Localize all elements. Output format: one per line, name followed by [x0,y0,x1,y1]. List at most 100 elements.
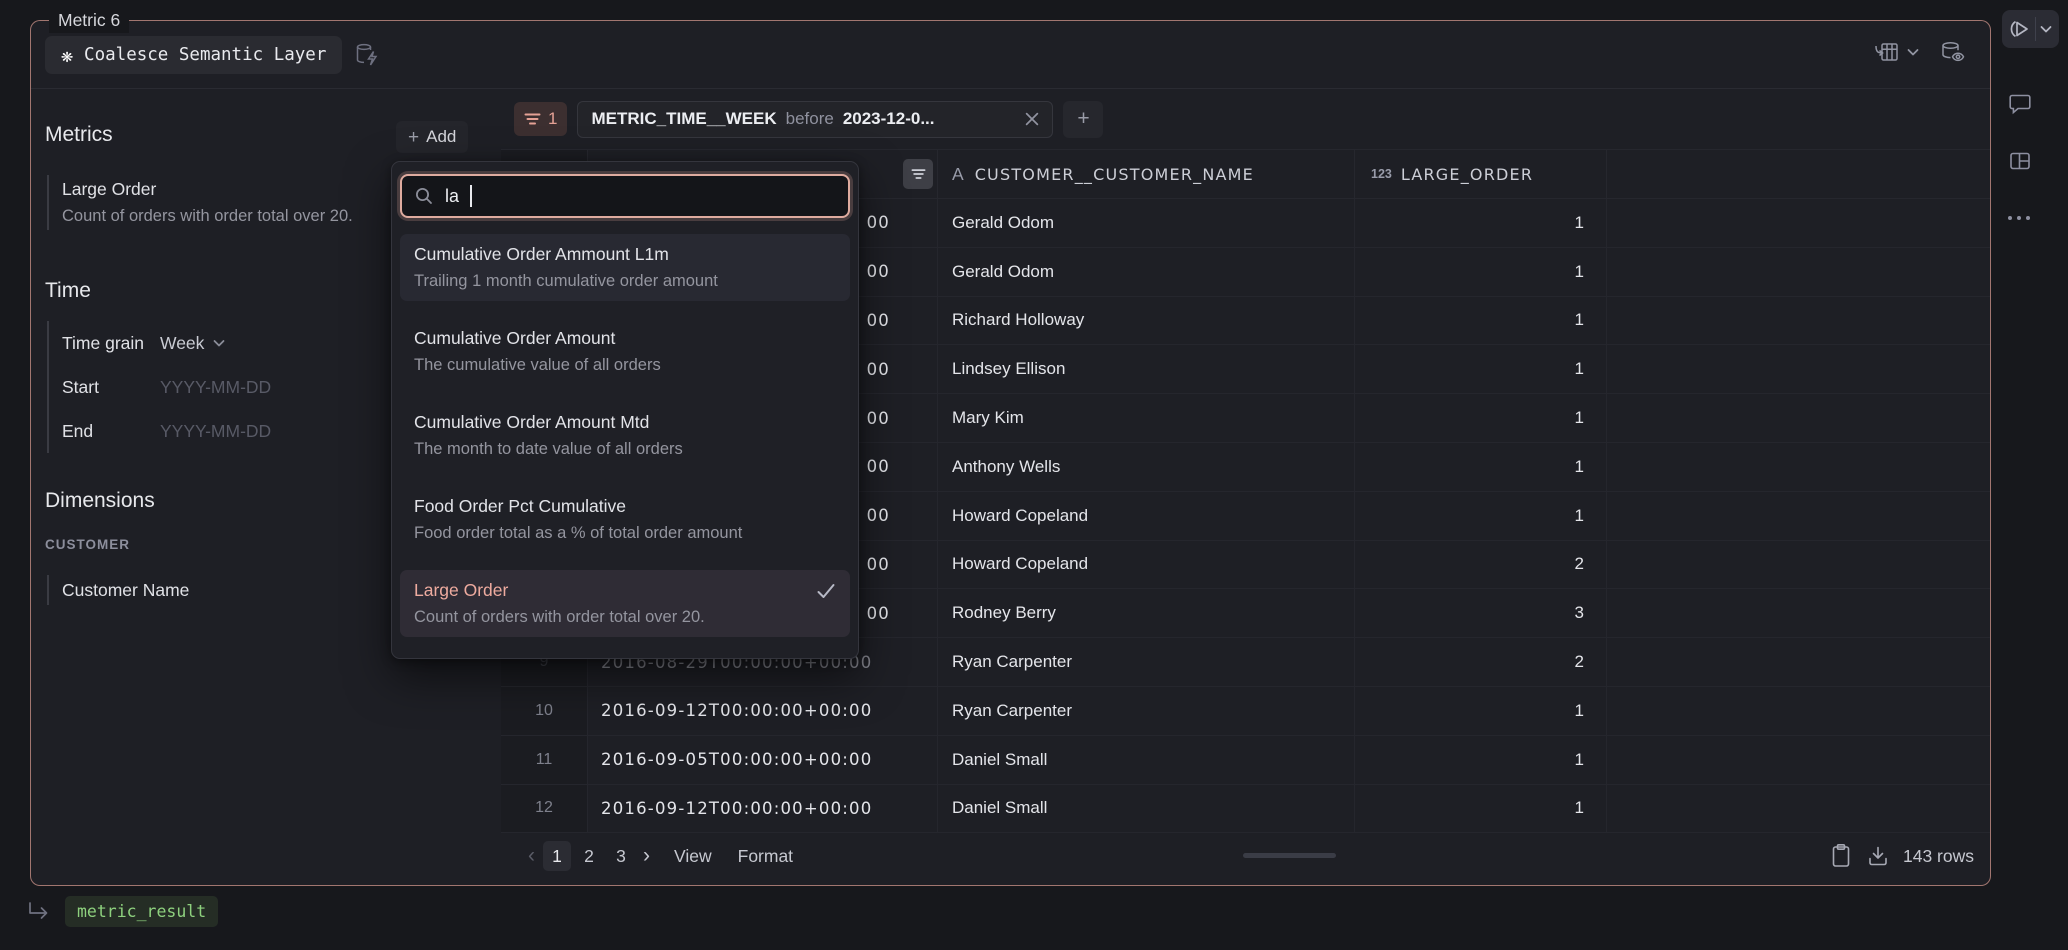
cell-large-order: 2 [1355,638,1607,686]
prev-page-button[interactable]: ‹ [528,844,535,868]
cell-large-order: 1 [1355,785,1607,833]
filter-chip[interactable]: METRIC_TIME__WEEK before 2023-12-0... [577,101,1053,138]
cell-customer-name: Ryan Carpenter [938,687,1355,735]
cell-empty [1607,589,1990,637]
page-button-3[interactable]: 3 [607,841,635,871]
table-import-icon[interactable] [1874,40,1900,69]
database-lightning-icon[interactable] [354,42,380,68]
page-button-1[interactable]: 1 [543,841,571,871]
dimensions-section-title: Dimensions [45,489,155,513]
comment-icon[interactable] [2007,92,2033,116]
filter-count: 1 [548,109,557,129]
view-menu-button[interactable]: View [674,846,712,867]
table-footer: ‹ 1 2 3 › View Format 143 rows [501,833,1990,879]
cell-large-order: 1 [1355,736,1607,784]
chevron-down-icon[interactable] [1906,45,1920,64]
start-date-input[interactable]: YYYY-MM-DD [160,377,271,398]
metric-option-description: Count of orders with order total over 20… [414,604,836,630]
number-type-icon: 123 [1371,167,1392,181]
column-label: CUSTOMER__CUSTOMER_NAME [975,165,1254,184]
copy-clipboard-icon[interactable] [1829,843,1853,869]
cell-empty [1607,541,1990,589]
filter-count-badge[interactable]: 1 [514,102,567,136]
metric-option-description: The cumulative value of all orders [414,352,836,378]
download-icon[interactable] [1866,844,1890,868]
metric-options-list: Cumulative Order Ammount L1m Trailing 1 … [400,234,850,637]
metric-option[interactable]: Cumulative Order Ammount L1m Trailing 1 … [400,234,850,301]
output-variable-chip[interactable]: metric_result [65,896,218,927]
close-icon [1025,112,1039,126]
cell-header: ❋ Coalesce Semantic Layer [31,21,1990,89]
metric-option-description: Food order total as a % of total order a… [414,520,836,546]
table-row: 10 2016-09-12T00:00:00+00:00 Ryan Carpen… [501,687,1990,736]
dimension-group-label: CUSTOMER [45,537,130,552]
cell-empty [1607,736,1990,784]
column-header-customer-name[interactable]: A CUSTOMER__CUSTOMER_NAME [938,150,1355,198]
notebook-cell: Metric 6 ❋ Coalesce Semantic Layer [30,20,1991,886]
plus-icon: + [408,128,419,147]
cell-empty [1607,394,1990,442]
metrics-section-title: Metrics [45,123,113,147]
check-icon [816,582,836,600]
cell-customer-name: Gerald Odom [938,199,1355,247]
cell-customer-name: Daniel Small [938,736,1355,784]
cell-customer-name: Ryan Carpenter [938,638,1355,686]
metric-option-title: Large Order [414,577,508,604]
column-header-large-order[interactable]: 123 LARGE_ORDER [1355,150,1607,198]
cell-large-order: 1 [1355,443,1607,491]
cell-empty [1607,297,1990,345]
snowflake-icon: ❋ [61,45,73,65]
cell-empty [1607,248,1990,296]
cell-header-actions [1854,40,1966,69]
time-grain-value: Week [160,333,204,354]
chevron-down-icon[interactable] [2039,22,2053,36]
format-menu-button[interactable]: Format [738,846,793,867]
semantic-layer-source-chip[interactable]: ❋ Coalesce Semantic Layer [45,36,342,74]
chevron-down-icon [212,336,226,350]
page-button-2[interactable]: 2 [575,841,603,871]
column-filter-button[interactable] [903,159,933,189]
metric-option[interactable]: Cumulative Order Amount Mtd The month to… [400,402,850,469]
add-filter-button[interactable]: + [1063,101,1103,138]
end-date-input[interactable]: YYYY-MM-DD [160,421,271,442]
row-index: 10 [501,687,588,735]
metric-option-title: Food Order Pct Cumulative [414,493,836,520]
column-label: LARGE_ORDER [1401,165,1533,184]
cell-large-order: 1 [1355,492,1607,540]
row-index: 12 [501,785,588,833]
cell-customer-name: Lindsey Ellison [938,345,1355,393]
metric-option[interactable]: Food Order Pct Cumulative Food order tot… [400,486,850,553]
metric-option-title: Cumulative Order Amount Mtd [414,409,836,436]
filter-operator: before [786,109,834,129]
layout-panels-icon[interactable] [2008,150,2032,172]
metric-option-description: Trailing 1 month cumulative order amount [414,268,836,294]
cell-date: 2016-09-05T00:00:00+00:00 [588,736,938,784]
database-eye-icon[interactable] [1940,40,1966,69]
divider [2035,17,2036,41]
end-label: End [62,421,160,442]
text-cursor [470,185,472,207]
cell-empty [1607,492,1990,540]
more-options-icon[interactable] [2006,214,2032,222]
metric-search-input[interactable]: la [400,174,850,218]
empty-column-header [1607,150,1990,198]
add-metric-button[interactable]: + Add [396,121,468,153]
cell-customer-name: Gerald Odom [938,248,1355,296]
app-canvas: Metric 6 ❋ Coalesce Semantic Layer [0,0,2068,950]
cell-date: 2016-09-12T00:00:00+00:00 [588,687,938,735]
filter-value: 2023-12-0... [843,109,935,129]
filter-field: METRIC_TIME__WEEK [591,109,776,129]
time-section-title: Time [45,279,91,303]
horizontal-scrollbar-thumb[interactable] [1243,853,1336,858]
metric-option-selected[interactable]: Large Order Count of orders with order t… [400,570,850,637]
time-grain-select[interactable]: Week [160,333,226,354]
run-cell-button[interactable] [2002,10,2059,48]
metric-option[interactable]: Cumulative Order Amount The cumulative v… [400,318,850,385]
text-type-icon: A [952,164,964,185]
next-page-button[interactable]: › [643,844,650,868]
cell-large-order: 3 [1355,589,1607,637]
time-grain-label: Time grain [62,333,160,354]
start-label: Start [62,377,160,398]
remove-filter-button[interactable] [1025,112,1039,126]
filter-bar: 1 METRIC_TIME__WEEK before 2023-12-0... … [501,89,1990,149]
